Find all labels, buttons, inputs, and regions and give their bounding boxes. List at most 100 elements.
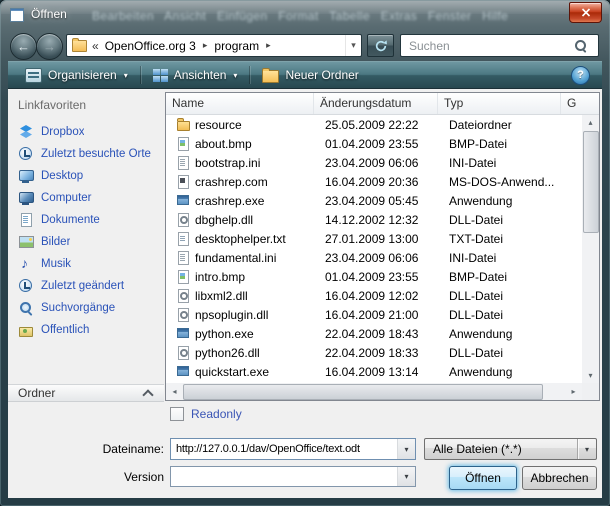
version-label: Version xyxy=(44,470,164,484)
dll-file-icon xyxy=(176,307,191,322)
breadcrumb-item-program[interactable]: program xyxy=(212,39,261,53)
new-folder-icon xyxy=(262,70,279,83)
open-button[interactable]: Öffnen xyxy=(449,466,517,490)
file-type: Anwendung xyxy=(443,365,559,379)
file-row[interactable]: about.bmp 01.04.2009 23:55 BMP-Datei xyxy=(166,134,582,153)
version-select[interactable]: ▾ xyxy=(170,466,416,487)
forward-button[interactable]: → xyxy=(36,33,63,60)
column-header-date[interactable]: Änderungsdatum xyxy=(314,93,438,114)
file-row[interactable]: fundamental.ini 23.04.2009 06:06 INI-Dat… xyxy=(166,248,582,267)
file-row[interactable]: dbghelp.dll 14.12.2002 12:32 DLL-Datei xyxy=(166,210,582,229)
file-row[interactable]: desktophelper.txt 27.01.2009 13:00 TXT-D… xyxy=(166,229,582,248)
horizontal-scrollbar-thumb[interactable] xyxy=(183,384,543,400)
breadcrumb-overflow-chevron[interactable]: « xyxy=(92,39,99,53)
file-row[interactable]: npsoplugin.dll 16.04.2009 21:00 DLL-Date… xyxy=(166,305,582,324)
column-header-size[interactable]: G xyxy=(561,93,599,114)
file-row[interactable]: crashrep.exe 23.04.2009 05:45 Anwendung xyxy=(166,191,582,210)
filetype-select[interactable]: Alle Dateien (*.*) ▾ xyxy=(424,438,597,460)
readonly-checkbox[interactable] xyxy=(170,407,184,421)
file-date: 01.04.2009 23:55 xyxy=(319,270,443,284)
command-toolbar: Organisieren ▾ Ansichten ▾ Neuer Ordner … xyxy=(8,61,602,89)
file-row[interactable]: python26.dll 22.04.2009 18:33 DLL-Datei xyxy=(166,343,582,362)
sidebar-item-public[interactable]: Öffentlich xyxy=(12,319,162,341)
refresh-button[interactable] xyxy=(367,34,394,57)
filename-input[interactable]: http://127.0.0.1/dav/OpenOffice/text.odt… xyxy=(170,438,416,460)
sidebar-item-pictures[interactable]: Bilder xyxy=(12,231,162,253)
file-row[interactable]: libxml2.dll 16.04.2009 12:02 DLL-Datei xyxy=(166,286,582,305)
music-icon xyxy=(18,256,35,272)
application-icon xyxy=(176,193,191,208)
new-folder-button[interactable]: Neuer Ordner xyxy=(253,63,367,87)
breadcrumb-separator-icon[interactable]: ▸ xyxy=(266,40,271,51)
chevron-down-icon: ▾ xyxy=(233,71,237,80)
file-row[interactable]: intro.bmp 01.04.2009 23:55 BMP-Datei xyxy=(166,267,582,286)
file-name: crashrep.exe xyxy=(195,194,319,208)
horizontal-scrollbar[interactable]: ◂ ▸ xyxy=(166,383,582,400)
recent-places-icon xyxy=(18,146,35,162)
file-date: 01.04.2009 23:55 xyxy=(319,137,443,151)
file-row[interactable]: quickstart.exe 16.04.2009 13:14 Anwendun… xyxy=(166,362,582,381)
sidebar-item-searches[interactable]: Suchvorgänge xyxy=(12,297,162,319)
file-row[interactable]: bootstrap.ini 23.04.2009 06:06 INI-Datei xyxy=(166,153,582,172)
sidebar-item-dropbox[interactable]: Dropbox xyxy=(12,121,162,143)
txt-file-icon xyxy=(176,231,191,246)
sidebar-item-documents[interactable]: Dokumente xyxy=(12,209,162,231)
scroll-left-icon[interactable]: ◂ xyxy=(166,383,183,400)
filetype-dropdown-icon[interactable]: ▾ xyxy=(577,439,596,459)
back-button[interactable]: ← xyxy=(10,33,37,60)
views-button[interactable]: Ansichten ▾ xyxy=(144,63,247,87)
public-icon xyxy=(18,322,35,338)
file-type: DLL-Datei xyxy=(443,308,559,322)
file-type: DLL-Datei xyxy=(443,289,559,303)
file-name: fundamental.ini xyxy=(195,251,319,265)
breadcrumb-dropdown-icon[interactable]: ▾ xyxy=(345,35,361,56)
forward-arrow-icon: → xyxy=(43,40,56,53)
organize-button[interactable]: Organisieren ▾ xyxy=(16,63,137,87)
sidebar-item-label: Computer xyxy=(41,192,92,204)
file-type: BMP-Datei xyxy=(443,137,559,151)
search-input[interactable]: Suchen xyxy=(400,34,599,57)
help-button[interactable]: ? xyxy=(571,66,590,85)
close-button[interactable] xyxy=(569,2,602,23)
column-header-type[interactable]: Typ xyxy=(438,93,561,114)
file-list: Name Änderungsdatum Typ G resource 25.05… xyxy=(165,92,600,401)
sidebar-item-recent-places[interactable]: Zuletzt besuchte Orte xyxy=(12,143,162,165)
bmp-file-icon xyxy=(176,136,191,151)
views-icon xyxy=(153,69,168,82)
breadcrumb-item-openoffice[interactable]: OpenOffice.org 3 xyxy=(103,39,198,53)
folders-expander[interactable]: Ordner xyxy=(8,384,164,402)
file-name: resource xyxy=(195,118,319,132)
filename-value[interactable]: http://127.0.0.1/dav/OpenOffice/text.odt xyxy=(171,439,397,459)
scroll-right-icon[interactable]: ▸ xyxy=(565,383,582,400)
sidebar-item-recently-changed[interactable]: Zuletzt geändert xyxy=(12,275,162,297)
vertical-scrollbar[interactable]: ▴ ▾ xyxy=(582,115,599,383)
breadcrumb-separator-icon[interactable]: ▸ xyxy=(203,40,208,51)
file-row[interactable]: resource 25.05.2009 22:22 Dateiordner xyxy=(166,115,582,134)
breadcrumb[interactable]: « OpenOffice.org 3 ▸ program ▸ ▾ xyxy=(66,34,362,57)
sidebar-item-desktop[interactable]: Desktop xyxy=(12,165,162,187)
ini-file-icon xyxy=(176,250,191,265)
filename-dropdown-icon[interactable]: ▾ xyxy=(397,439,415,459)
sidebar-item-label: Zuletzt besuchte Orte xyxy=(41,148,151,160)
filename-label: Dateiname: xyxy=(44,442,164,456)
cancel-button[interactable]: Abbrechen xyxy=(522,466,597,490)
readonly-label: Readonly xyxy=(191,407,242,421)
search-icon[interactable] xyxy=(575,40,586,51)
sidebar-item-music[interactable]: Musik xyxy=(12,253,162,275)
scroll-down-icon[interactable]: ▾ xyxy=(582,368,599,383)
file-rows: resource 25.05.2009 22:22 Dateiordner ab… xyxy=(166,115,582,381)
file-type: INI-Datei xyxy=(443,156,559,170)
sidebar-item-computer[interactable]: Computer xyxy=(12,187,162,209)
file-row[interactable]: python.exe 22.04.2009 18:43 Anwendung xyxy=(166,324,582,343)
file-type: DLL-Datei xyxy=(443,346,559,360)
version-dropdown-icon[interactable]: ▾ xyxy=(397,467,415,486)
file-name: desktophelper.txt xyxy=(195,232,319,246)
file-row[interactable]: crashrep.com 16.04.2009 20:36 MS-DOS-Anw… xyxy=(166,172,582,191)
dropbox-icon xyxy=(18,124,35,140)
scroll-up-icon[interactable]: ▴ xyxy=(582,115,599,130)
column-header-name[interactable]: Name xyxy=(166,93,314,114)
back-arrow-icon: ← xyxy=(17,40,30,53)
file-date: 16.04.2009 20:36 xyxy=(319,175,443,189)
vertical-scrollbar-thumb[interactable] xyxy=(583,131,599,233)
file-type: Dateiordner xyxy=(443,118,559,132)
